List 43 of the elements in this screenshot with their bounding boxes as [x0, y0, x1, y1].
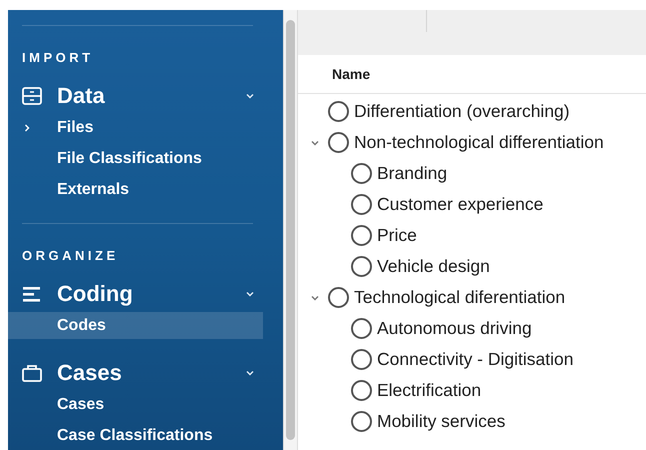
nav-item[interactable]: Externals [8, 176, 263, 203]
group-title[interactable]: Data [57, 83, 105, 109]
code-name[interactable]: Branding [377, 163, 448, 184]
nav-item[interactable]: Files [8, 114, 263, 141]
code-circle-icon [351, 256, 372, 277]
chevron-down-icon[interactable] [245, 368, 255, 378]
nav-item[interactable]: Cases [8, 391, 263, 418]
code-name[interactable]: Autonomous driving [377, 318, 532, 339]
code-circle-icon [351, 411, 372, 432]
code-name[interactable]: Technological diferentiation [354, 287, 566, 308]
code-name[interactable]: Customer experience [377, 194, 544, 215]
code-circle-icon [351, 380, 372, 401]
code-circle-icon [351, 349, 372, 370]
code-circle-icon [351, 225, 372, 246]
list-icon [22, 286, 42, 302]
nav-item[interactable]: Case Classifications [8, 422, 263, 449]
chevron-right-icon[interactable] [22, 122, 32, 132]
code-name[interactable]: Connectivity - Digitisation [377, 349, 574, 370]
section-label: IMPORT [22, 50, 95, 66]
scrollbar[interactable] [283, 10, 298, 450]
code-circle-icon [328, 132, 349, 153]
chevron-down-icon[interactable] [245, 91, 255, 101]
group-title[interactable]: Cases [57, 360, 122, 386]
code-circle-icon [328, 287, 349, 308]
code-name[interactable]: Non-technological differentiation [354, 132, 604, 153]
nav-item[interactable]: File Classifications [8, 145, 263, 172]
code-name[interactable]: Vehicle design [377, 256, 490, 277]
chevron-down-icon[interactable] [245, 289, 255, 299]
code-circle-icon [351, 318, 372, 339]
code-circle-icon [328, 101, 349, 122]
code-name[interactable]: Differentiation (overarching) [354, 101, 570, 122]
code-circle-icon [351, 163, 372, 184]
column-header[interactable]: Name [332, 66, 370, 82]
code-circle-icon [351, 194, 372, 215]
drawer-icon [22, 87, 42, 105]
code-name[interactable]: Price [377, 225, 417, 246]
group-title[interactable]: Coding [57, 281, 133, 307]
nav-item[interactable]: Codes [8, 312, 263, 339]
code-name[interactable]: Electrification [377, 380, 482, 401]
briefcase-icon [22, 364, 42, 382]
section-label: ORGANIZE [22, 248, 120, 264]
scroll-thumb[interactable] [286, 20, 295, 440]
code-name[interactable]: Mobility services [377, 411, 506, 432]
